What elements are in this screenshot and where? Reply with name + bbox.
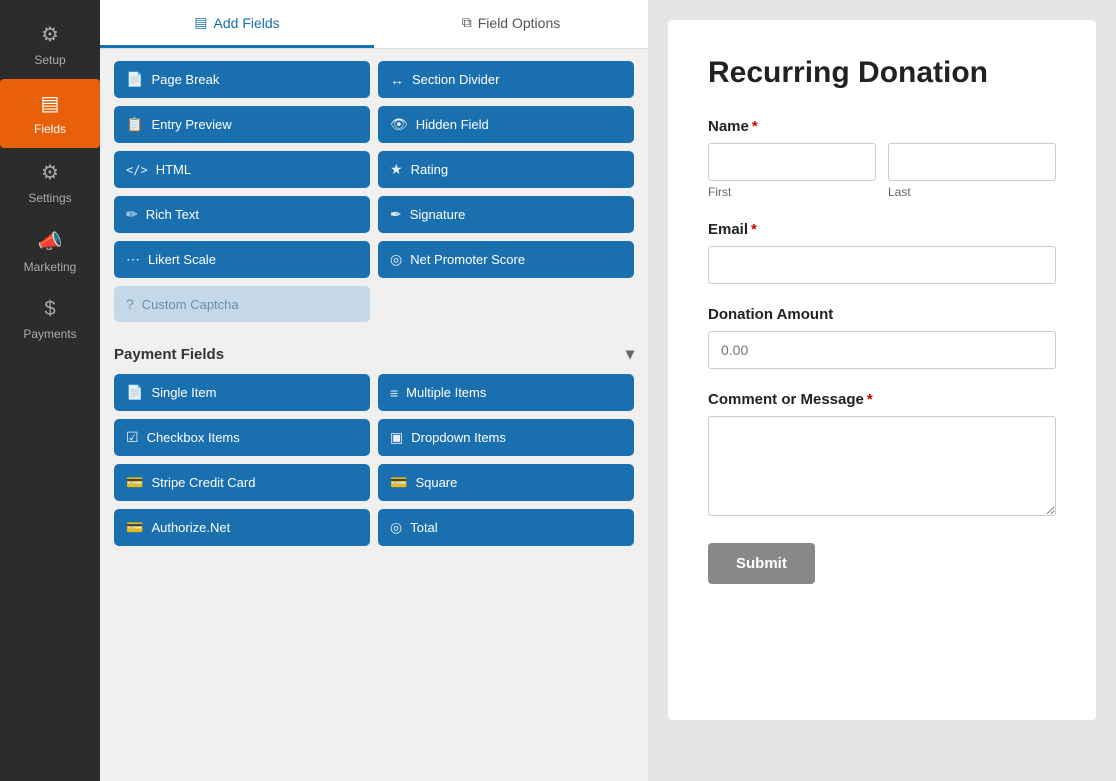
sidebar-item-setup[interactable]: ⚙ Setup xyxy=(0,10,100,79)
field-btn-likert-scale[interactable]: ⋯ Likert Scale xyxy=(114,241,370,278)
field-btn-rating[interactable]: ★ Rating xyxy=(378,151,634,188)
comment-textarea[interactable] xyxy=(708,416,1056,516)
email-label: Email* xyxy=(708,221,1056,238)
fields-scroll: 📄 Page Break ↔ Section Divider 📋 Entry P… xyxy=(100,49,648,781)
setup-icon: ⚙ xyxy=(41,22,59,47)
field-btn-rich-text[interactable]: ✏ Rich Text xyxy=(114,196,370,233)
field-btn-dropdown-items[interactable]: ▣ Dropdown Items xyxy=(378,419,634,456)
sidebar-item-marketing[interactable]: 📣 Marketing xyxy=(0,217,100,286)
name-label: Name* xyxy=(708,118,1056,135)
signature-icon: ✒ xyxy=(390,206,402,223)
name-last-label: Last xyxy=(888,185,1056,199)
field-btn-multiple-items[interactable]: ≡ Multiple Items xyxy=(378,374,634,411)
name-row: First Last xyxy=(708,143,1056,199)
email-required-star: * xyxy=(751,221,757,238)
form-field-name: Name* First Last xyxy=(708,118,1056,199)
checkbox-items-icon: ☑ xyxy=(126,429,139,446)
form-preview: Recurring Donation Name* First Last xyxy=(648,0,1116,781)
field-btn-stripe-credit-card[interactable]: 💳 Stripe Credit Card xyxy=(114,464,370,501)
single-item-icon: 📄 xyxy=(126,384,143,401)
entry-preview-icon: 📋 xyxy=(126,116,143,133)
field-btn-signature[interactable]: ✒ Signature xyxy=(378,196,634,233)
payment-fields-chevron: ▾ xyxy=(626,344,634,364)
sidebar-item-payments[interactable]: $ Payments xyxy=(0,286,100,353)
field-btn-entry-preview[interactable]: 📋 Entry Preview xyxy=(114,106,370,143)
name-first-label: First xyxy=(708,185,876,199)
advanced-fields-grid: 📄 Page Break ↔ Section Divider 📋 Entry P… xyxy=(114,61,634,322)
add-fields-icon: ▤ xyxy=(194,14,207,31)
payment-fields-grid: 📄 Single Item ≡ Multiple Items ☑ Checkbo… xyxy=(114,374,634,546)
hidden-field-icon: 👁 xyxy=(390,116,408,133)
comment-required-star: * xyxy=(867,391,873,408)
submit-button[interactable]: Submit xyxy=(708,543,815,584)
field-btn-hidden-field[interactable]: 👁 Hidden Field xyxy=(378,106,634,143)
name-required-star: * xyxy=(752,118,758,135)
main-panel: ▤ Add Fields ⧉ Field Options 📄 Page Brea… xyxy=(100,0,1116,781)
name-last-container: Last xyxy=(888,143,1056,199)
fields-panel: ▤ Add Fields ⧉ Field Options 📄 Page Brea… xyxy=(100,0,648,781)
multiple-items-icon: ≡ xyxy=(390,385,398,401)
donation-amount-label: Donation Amount xyxy=(708,306,1056,323)
field-btn-section-divider[interactable]: ↔ Section Divider xyxy=(378,61,634,98)
custom-captcha-icon: ? xyxy=(126,296,134,312)
settings-icon: ⚙ xyxy=(41,160,59,185)
likert-scale-icon: ⋯ xyxy=(126,251,140,268)
tab-bar: ▤ Add Fields ⧉ Field Options xyxy=(100,0,648,49)
field-btn-single-item[interactable]: 📄 Single Item xyxy=(114,374,370,411)
page-break-icon: 📄 xyxy=(126,71,143,88)
field-btn-custom-captcha[interactable]: ? Custom Captcha xyxy=(114,286,370,322)
tab-add-fields[interactable]: ▤ Add Fields xyxy=(100,0,374,48)
sidebar-item-fields-label: Fields xyxy=(34,122,66,136)
field-btn-page-break[interactable]: 📄 Page Break xyxy=(114,61,370,98)
name-first-container: First xyxy=(708,143,876,199)
form-field-email: Email* xyxy=(708,221,1056,284)
payment-fields-section-header[interactable]: Payment Fields ▾ xyxy=(114,330,634,374)
field-options-icon: ⧉ xyxy=(462,14,472,31)
marketing-icon: 📣 xyxy=(38,229,63,254)
field-btn-total[interactable]: ◎ Total xyxy=(378,509,634,546)
sidebar-item-fields[interactable]: ▤ Fields xyxy=(0,79,100,148)
net-promoter-score-icon: ◎ xyxy=(390,251,402,268)
form-title: Recurring Donation xyxy=(708,56,1056,90)
field-btn-net-promoter-score[interactable]: ◎ Net Promoter Score xyxy=(378,241,634,278)
name-last-input[interactable] xyxy=(888,143,1056,181)
total-icon: ◎ xyxy=(390,519,402,536)
field-btn-html[interactable]: </> HTML xyxy=(114,151,370,188)
html-icon: </> xyxy=(126,163,148,177)
field-btn-checkbox-items[interactable]: ☑ Checkbox Items xyxy=(114,419,370,456)
section-divider-icon: ↔ xyxy=(390,72,404,88)
tab-field-options[interactable]: ⧉ Field Options xyxy=(374,0,648,48)
field-btn-square[interactable]: 💳 Square xyxy=(378,464,634,501)
fields-icon: ▤ xyxy=(41,91,60,116)
sidebar: ⚙ Setup ▤ Fields ⚙ Settings 📣 Marketing … xyxy=(0,0,100,781)
form-card: Recurring Donation Name* First Last xyxy=(668,20,1096,720)
field-btn-authorize-net[interactable]: 💳 Authorize.Net xyxy=(114,509,370,546)
email-input[interactable] xyxy=(708,246,1056,284)
donation-amount-input[interactable] xyxy=(708,331,1056,369)
sidebar-item-settings-label: Settings xyxy=(28,191,71,205)
rich-text-icon: ✏ xyxy=(126,206,138,223)
sidebar-item-setup-label: Setup xyxy=(34,53,65,67)
rating-icon: ★ xyxy=(390,161,403,178)
name-first-input[interactable] xyxy=(708,143,876,181)
square-icon: 💳 xyxy=(390,474,407,491)
sidebar-item-payments-label: Payments xyxy=(23,327,76,341)
authorize-net-icon: 💳 xyxy=(126,519,143,536)
stripe-credit-card-icon: 💳 xyxy=(126,474,143,491)
payments-icon: $ xyxy=(44,298,55,321)
dropdown-items-icon: ▣ xyxy=(390,429,403,446)
sidebar-item-marketing-label: Marketing xyxy=(24,260,77,274)
form-field-donation-amount: Donation Amount xyxy=(708,306,1056,369)
comment-label: Comment or Message* xyxy=(708,391,1056,408)
form-field-comment: Comment or Message* xyxy=(708,391,1056,521)
sidebar-item-settings[interactable]: ⚙ Settings xyxy=(0,148,100,217)
